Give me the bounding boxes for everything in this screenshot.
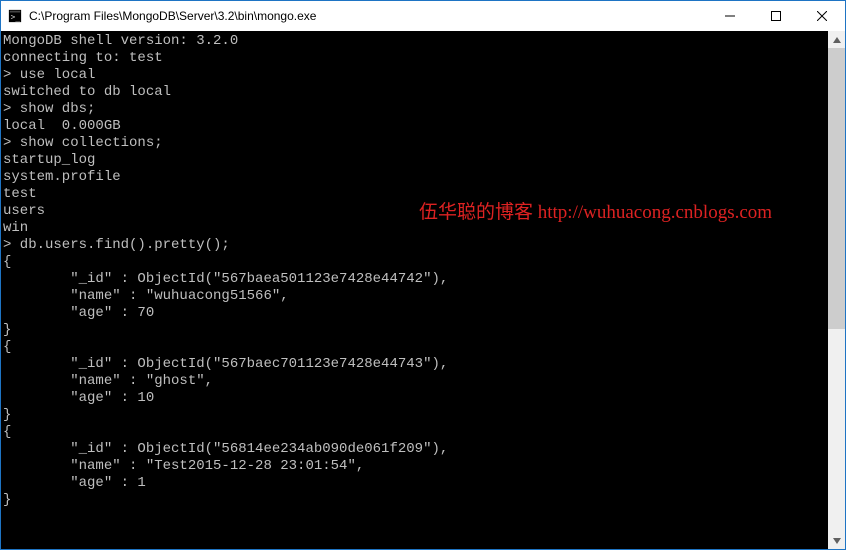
svg-text:>_: >_ (11, 13, 21, 22)
close-button[interactable] (799, 1, 845, 31)
app-icon: >_ (7, 8, 23, 24)
scroll-up-button[interactable] (828, 31, 845, 48)
maximize-button[interactable] (753, 1, 799, 31)
scroll-down-button[interactable] (828, 532, 845, 549)
scrollbar-track[interactable] (828, 48, 845, 532)
titlebar: >_ C:\Program Files\MongoDB\Server\3.2\b… (1, 1, 845, 31)
vertical-scrollbar[interactable] (828, 31, 845, 549)
terminal-output[interactable]: MongoDB shell version: 3.2.0 connecting … (1, 31, 828, 549)
minimize-button[interactable] (707, 1, 753, 31)
window-title: C:\Program Files\MongoDB\Server\3.2\bin\… (29, 9, 707, 23)
watermark-text: 伍华聪的博客 http://wuhuacong.cnblogs.com (419, 204, 772, 221)
scrollbar-thumb[interactable] (828, 48, 845, 329)
window-controls (707, 1, 845, 31)
console-area: MongoDB shell version: 3.2.0 connecting … (1, 31, 845, 549)
